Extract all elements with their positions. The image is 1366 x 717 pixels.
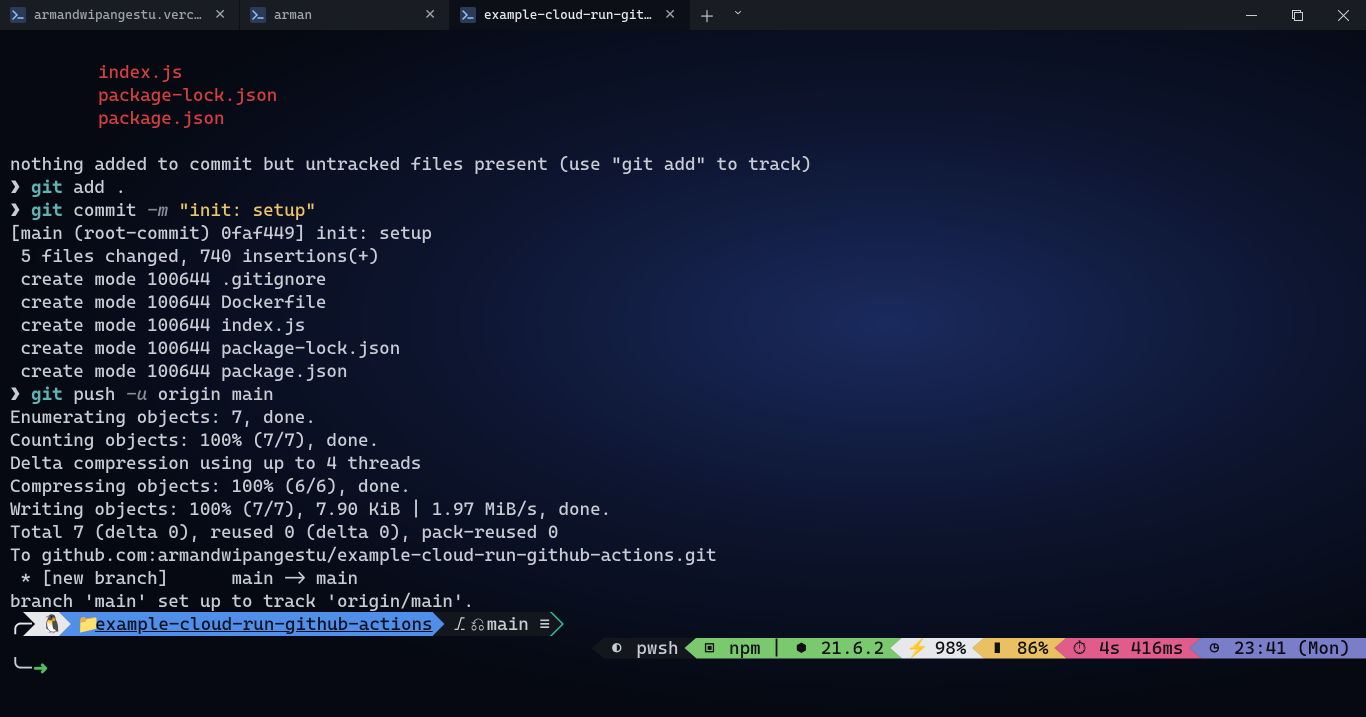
hex-icon: ⬢ bbox=[792, 638, 810, 659]
tab-label: armandwipangestu.vercel.app bbox=[34, 8, 203, 23]
git-cmd: git bbox=[31, 200, 63, 221]
timing-segment: ⏱ 4s 416ms bbox=[1055, 638, 1202, 659]
out-line: 5 files changed, 740 insertions(+) bbox=[10, 246, 379, 267]
plug-icon: ⚡ bbox=[906, 638, 924, 659]
window-controls bbox=[1228, 0, 1366, 30]
prompt-line-1: ╭─ 🐧 📁 example-cloud-run-github-actions … bbox=[10, 612, 1356, 636]
close-icon[interactable]: ✕ bbox=[211, 7, 229, 23]
prompt-chevron: ❯ bbox=[10, 384, 31, 405]
out-line: create mode 100644 package.json bbox=[10, 361, 348, 382]
out-line: create mode 100644 index.js bbox=[10, 315, 305, 336]
corner-icon: ╰─ bbox=[10, 658, 31, 679]
folder-name: example-cloud-run-github-actions bbox=[95, 614, 433, 635]
tab-1[interactable]: armandwipangestu.vercel.app ✕ bbox=[0, 0, 240, 30]
runtime-segment: ▣ npm | ⬢ 21.6.2 bbox=[684, 638, 902, 659]
npm-icon: ▣ bbox=[700, 638, 718, 659]
out-line: [main (root-commit) 0faf449] init: setup bbox=[10, 223, 432, 244]
power-segment: ⚡ 98% bbox=[890, 638, 984, 659]
clock-icon: ◷ bbox=[1205, 638, 1223, 659]
git-cmd: git bbox=[31, 384, 63, 405]
powershell-icon bbox=[460, 7, 476, 23]
power-val: 98% bbox=[924, 638, 966, 659]
shell-segment: ◐ pwsh bbox=[592, 638, 697, 659]
untracked-file: package-lock.json bbox=[10, 84, 1356, 107]
shell-icon: ◐ bbox=[608, 638, 626, 659]
new-tab-button[interactable]: ＋ bbox=[690, 0, 724, 30]
out-line: Compressing objects: 100% (6/6), done. bbox=[10, 476, 411, 497]
prompt-line-2: ◐ pwsh ▣ npm | ⬢ 21.6.2 ⚡ 98% ▮ 86% ⏱ 4s… bbox=[10, 636, 1356, 660]
branch-icon: ⎌ bbox=[469, 614, 487, 635]
tab-label: arman bbox=[274, 8, 413, 23]
github-icon: ⎇ bbox=[451, 613, 469, 636]
branch-name: main ≡ bbox=[487, 614, 550, 635]
untracked-file: package.json bbox=[10, 107, 1356, 130]
cmd-flag: -u bbox=[126, 384, 147, 405]
hourglass-icon: ⏱ bbox=[1071, 638, 1089, 659]
node-version: 21.6.2 bbox=[810, 638, 884, 659]
cmd-rest: commit bbox=[63, 200, 147, 221]
cmd-string: "init: setup" bbox=[168, 200, 316, 221]
path-segment: 📁 example-cloud-run-github-actions bbox=[59, 612, 445, 636]
close-icon[interactable]: ✕ bbox=[421, 7, 439, 23]
close-icon[interactable]: ✕ bbox=[661, 7, 679, 23]
input-line[interactable]: ╰─➜ bbox=[10, 658, 48, 679]
out-line: create mode 100644 .gitignore bbox=[10, 269, 326, 290]
battery-icon: ▮ bbox=[988, 638, 1006, 659]
powershell-icon bbox=[250, 7, 266, 23]
shell-name: pwsh bbox=[636, 638, 678, 659]
battery-val: 86% bbox=[1006, 638, 1048, 659]
cmd-rest: push bbox=[63, 384, 126, 405]
out-line: Total 7 (delta 0), reused 0 (delta 0), p… bbox=[10, 522, 558, 543]
cmd-rest: origin main bbox=[147, 384, 274, 405]
out-line: * [new branch] main -> main bbox=[10, 568, 358, 589]
tab-2[interactable]: arman ✕ bbox=[240, 0, 450, 30]
status-line: nothing added to commit but untracked fi… bbox=[10, 154, 812, 175]
title-bar: armandwipangestu.vercel.app ✕ arman ✕ ex… bbox=[0, 0, 1366, 30]
untracked-file: index.js bbox=[10, 61, 1356, 84]
clock-segment: ◷ 23:41 (Mon) bbox=[1189, 638, 1366, 659]
cmd-flag: -m bbox=[147, 200, 168, 221]
tab-dropdown-button[interactable]: ⌄ bbox=[724, 0, 752, 30]
out-line: Delta compression using up to 4 threads bbox=[10, 453, 421, 474]
close-window-button[interactable] bbox=[1320, 0, 1366, 30]
terminal-output[interactable]: index.jspackage-lock.jsonpackage.json no… bbox=[0, 30, 1366, 613]
out-line: create mode 100644 package-lock.json bbox=[10, 338, 400, 359]
maximize-button[interactable] bbox=[1274, 0, 1320, 30]
out-line: To github.com:armandwipangestu/example-c… bbox=[10, 545, 717, 566]
out-line: Counting objects: 100% (7/7), done. bbox=[10, 430, 379, 451]
out-line: branch 'main' set up to track 'origin/ma… bbox=[10, 591, 474, 612]
prompt-chevron: ❯ bbox=[10, 200, 31, 221]
out-line: create mode 100644 Dockerfile bbox=[10, 292, 326, 313]
timing-val: 4s 416ms bbox=[1089, 638, 1184, 659]
clock-val: 23:41 (Mon) bbox=[1223, 638, 1350, 659]
folder-icon: 📁 bbox=[77, 614, 95, 635]
powershell-icon bbox=[10, 7, 26, 23]
input-arrow-icon: ➜ bbox=[33, 658, 48, 679]
minimize-button[interactable] bbox=[1228, 0, 1274, 30]
out-line: Enumerating objects: 7, done. bbox=[10, 407, 316, 428]
cmd-rest: add . bbox=[63, 177, 126, 198]
linux-icon: 🐧 bbox=[41, 614, 59, 635]
tab-strip: armandwipangestu.vercel.app ✕ arman ✕ ex… bbox=[0, 0, 1228, 30]
prompt-chevron: ❯ bbox=[10, 177, 31, 198]
npm-label: npm | bbox=[718, 638, 792, 659]
git-segment: ⎇⎌ main ≡ bbox=[433, 612, 562, 636]
out-line: Writing objects: 100% (7/7), 7.90 KiB | … bbox=[10, 499, 611, 520]
tab-3-active[interactable]: example-cloud-run-github-ac ✕ bbox=[450, 0, 690, 30]
tab-label: example-cloud-run-github-ac bbox=[484, 8, 653, 23]
git-cmd: git bbox=[31, 177, 63, 198]
battery-segment: ▮ 86% bbox=[972, 638, 1066, 659]
